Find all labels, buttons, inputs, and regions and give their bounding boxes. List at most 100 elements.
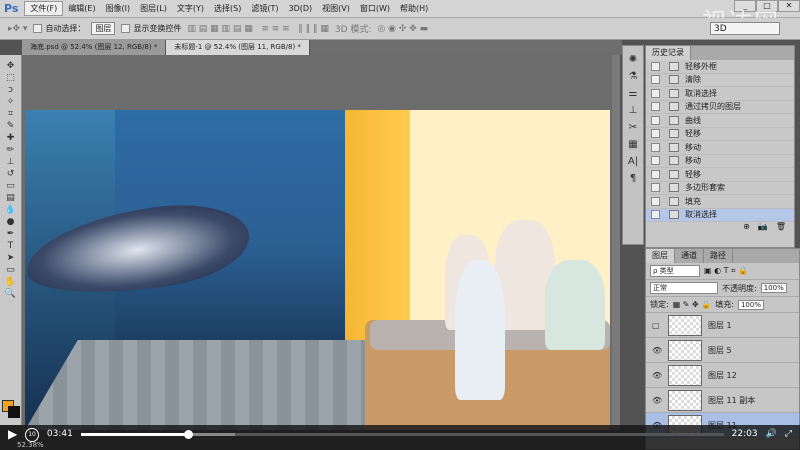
history-item[interactable]: 多边形套索 (646, 182, 794, 195)
history-item[interactable]: 曲线 (646, 114, 794, 128)
menu-image[interactable]: 图像(I) (101, 2, 136, 15)
tab-paths[interactable]: 路径 (704, 249, 733, 263)
eye-icon[interactable]: 👁 (652, 371, 662, 380)
clone-source-icon[interactable]: ⊥ (629, 105, 638, 116)
history-source-checkbox[interactable] (651, 142, 660, 152)
fullscreen-icon[interactable]: ⤢ (785, 428, 792, 440)
history-source-checkbox[interactable] (651, 61, 660, 71)
gradient-icon[interactable]: ▤ (6, 193, 15, 203)
tab-layers[interactable]: 图层 (646, 249, 675, 263)
move-tool-icon[interactable]: ✥ (7, 61, 15, 71)
swatches-icon[interactable]: ▦ (628, 139, 637, 150)
progress-bar[interactable] (80, 430, 724, 439)
move-tool-icon[interactable]: ▸✥ ▾ (8, 24, 27, 34)
eye-icon[interactable]: 👁 (652, 396, 662, 405)
align-icons[interactable]: ▥ ▤ ▦ ▥ ▤ ▦ ≡ ≡ ≡ ‖ ‖ ‖ ▦ (187, 24, 328, 34)
tab-document-1[interactable]: 海底.psd @ 52.4% (图层 12, RGB/8) * (22, 40, 167, 55)
layer-row[interactable]: 👁 图层 12 (646, 363, 799, 388)
marquee-tool-icon[interactable]: ⬚ (6, 73, 15, 83)
play-icon[interactable]: ▶ (8, 428, 17, 440)
show-transform-checkbox[interactable]: 显示变换控件 (121, 23, 181, 34)
replay-10-icon[interactable]: 10 (25, 428, 39, 442)
close-icon[interactable]: ✕ (778, 0, 800, 12)
filter-icons[interactable]: ▣ ◐ T ⌗ 🔒 (704, 266, 748, 276)
layer-row[interactable]: 👁 图层 11 副本 (646, 388, 799, 413)
eye-icon[interactable]: 👁 (652, 346, 662, 355)
trash-icon[interactable]: 🗑 (776, 222, 786, 234)
menu-filter[interactable]: 滤镜(T) (246, 2, 283, 15)
history-source-checkbox[interactable] (651, 156, 660, 166)
history-item[interactable]: 移动 (646, 141, 794, 155)
menu-file[interactable]: 文件(F) (24, 1, 64, 16)
3d-mode-icons[interactable]: ◎ ◉ ✣ ✥ ▬ (377, 24, 428, 34)
dodge-icon[interactable]: ● (7, 217, 15, 227)
snapshot-icon[interactable]: 📷 (758, 222, 768, 234)
layer-row[interactable]: 👁 图层 5 (646, 338, 799, 363)
history-source-checkbox[interactable] (651, 129, 660, 139)
new-document-icon[interactable]: ⊕ (743, 222, 750, 234)
menu-layer[interactable]: 图层(L) (135, 2, 172, 15)
crop-tool-icon[interactable]: ⌗ (8, 109, 13, 119)
history-tab[interactable]: 历史记录 (646, 46, 691, 60)
auto-select-checkbox[interactable]: 自动选择： (33, 23, 85, 34)
type-tool-icon[interactable]: T (8, 241, 14, 251)
history-source-checkbox[interactable] (651, 102, 660, 112)
canvas-scrollbar[interactable] (612, 55, 620, 430)
blend-mode-select[interactable]: 正常 (650, 282, 718, 294)
layer-row[interactable]: ▢ 图层 1 (646, 313, 799, 338)
history-item[interactable]: 轻移 (646, 128, 794, 141)
menu-type[interactable]: 文字(Y) (172, 2, 209, 15)
lasso-tool-icon[interactable]: ↄ (8, 85, 13, 95)
history-item[interactable]: 通过拷贝的图层 (646, 101, 794, 114)
history-item[interactable]: 取消选择 (646, 208, 794, 222)
history-item[interactable]: 填充 (646, 195, 794, 209)
hand-tool-icon[interactable]: ✋ (5, 277, 16, 287)
blur-icon[interactable]: 💧 (5, 205, 16, 215)
menu-window[interactable]: 窗口(W) (355, 2, 395, 15)
tab-document-2[interactable]: 未标题-1 @ 52.4% (图层 11, RGB/8) * (166, 40, 310, 55)
tool-presets-icon[interactable]: ✂ (629, 122, 637, 133)
history-brush-icon[interactable]: ↺ (7, 169, 15, 179)
auto-select-dropdown[interactable]: 图层 (91, 22, 116, 35)
brush-preset-icon[interactable]: ⚗ (629, 71, 638, 82)
character-icon[interactable]: A| (628, 156, 638, 167)
history-item[interactable]: 取消选择 (646, 87, 794, 101)
paragraph-icon[interactable]: ¶ (630, 173, 636, 184)
adjustments-icon[interactable]: ⚌ (629, 88, 638, 99)
history-source-checkbox[interactable] (651, 75, 660, 85)
eraser-icon[interactable]: ▭ (6, 181, 15, 191)
history-source-checkbox[interactable] (651, 115, 660, 125)
history-source-checkbox[interactable] (651, 183, 660, 193)
zoom-tool-icon[interactable]: 🔍 (5, 289, 16, 299)
document-canvas[interactable] (25, 110, 610, 430)
fill-input[interactable]: 100% (737, 299, 764, 310)
tab-channels[interactable]: 通道 (675, 249, 704, 263)
menu-edit[interactable]: 编辑(E) (63, 2, 100, 15)
history-source-checkbox[interactable] (651, 210, 660, 220)
3d-workspace-select[interactable]: 3D (710, 22, 780, 35)
volume-icon[interactable]: 🔊 (766, 428, 777, 440)
history-item[interactable]: 轻移外框 (646, 60, 794, 74)
visibility-off-icon[interactable]: ▢ (652, 321, 662, 330)
stamp-tool-icon[interactable]: ⊥ (7, 157, 15, 167)
menu-3d[interactable]: 3D(D) (283, 3, 317, 14)
progress-knob[interactable] (184, 430, 194, 439)
history-source-checkbox[interactable] (651, 196, 660, 206)
opacity-input[interactable]: 100% (760, 283, 787, 293)
history-item[interactable]: 清除 (646, 74, 794, 87)
menu-view[interactable]: 视图(V) (317, 2, 355, 15)
history-source-checkbox[interactable] (651, 88, 660, 98)
brush-tool-icon[interactable]: ✏ (7, 145, 15, 155)
navigator-icon[interactable]: ✺ (629, 54, 637, 65)
shape-tool-icon[interactable]: ▭ (6, 265, 15, 275)
history-item[interactable]: 移动 (646, 155, 794, 168)
eyedropper-icon[interactable]: ✎ (7, 121, 15, 131)
menu-help[interactable]: 帮助(H) (395, 2, 433, 15)
menu-select[interactable]: 选择(S) (209, 2, 246, 15)
magic-wand-icon[interactable]: ✧ (7, 97, 15, 107)
layer-filter-select[interactable]: ρ 类型 (650, 265, 700, 277)
history-source-checkbox[interactable] (651, 169, 660, 179)
lock-icons[interactable]: ▦ ✎ ✥ 🔒 (673, 300, 712, 309)
healing-brush-icon[interactable]: ✚ (7, 133, 15, 143)
pen-tool-icon[interactable]: ✒ (7, 229, 15, 239)
